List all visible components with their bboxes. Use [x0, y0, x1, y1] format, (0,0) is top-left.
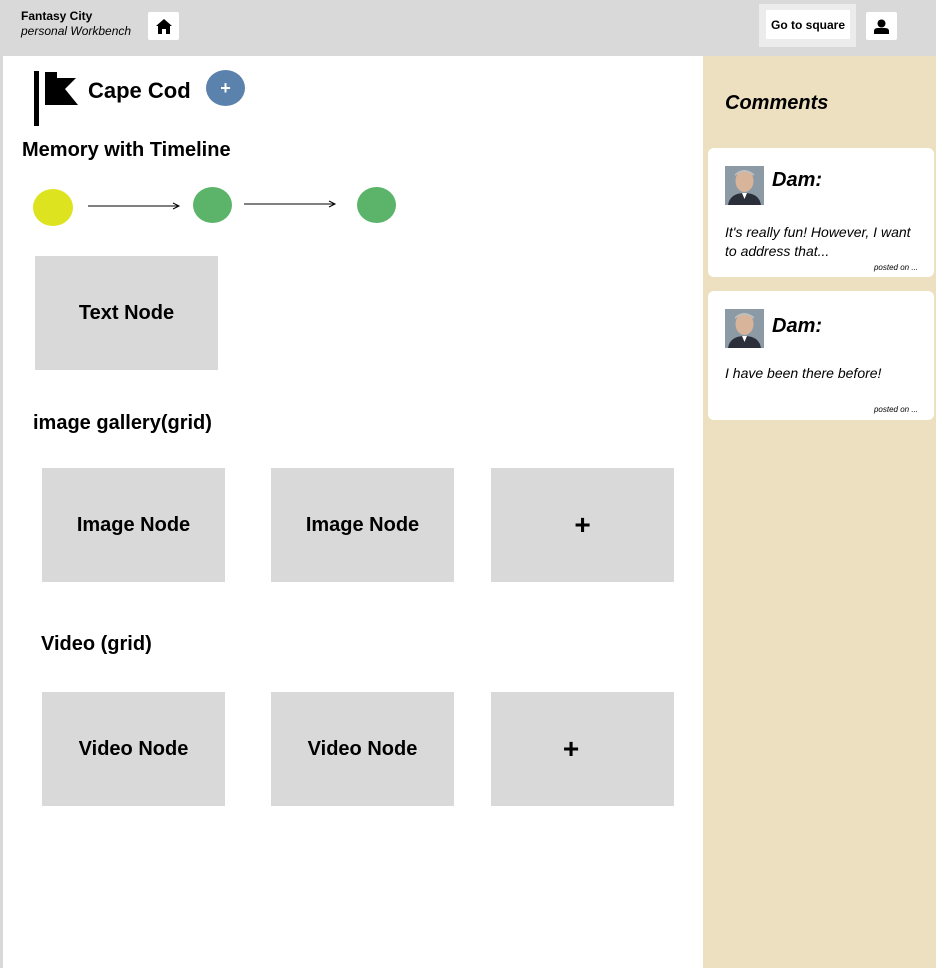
- comment-author: Dam:: [772, 169, 823, 191]
- comment-card[interactable]: Dam: I have been there before! posted on…: [708, 291, 934, 420]
- posted-on: posted on ...: [873, 263, 918, 272]
- video-title: Video (grid): [41, 633, 152, 655]
- user-icon: [874, 19, 889, 34]
- image-node[interactable]: Image Node: [42, 468, 225, 582]
- page-title: Cape Cod: [88, 78, 191, 103]
- add-button[interactable]: +: [206, 70, 245, 106]
- gallery-title: image gallery(grid): [33, 412, 212, 434]
- timeline-dot[interactable]: [193, 187, 232, 223]
- comment-author: Dam:: [772, 315, 823, 337]
- flag-icon: [34, 71, 78, 126]
- video-node[interactable]: Video Node: [42, 692, 225, 806]
- image-node[interactable]: Image Node: [271, 468, 454, 582]
- home-button[interactable]: [148, 12, 179, 40]
- timeline-dot[interactable]: [33, 189, 73, 226]
- timeline-arrow: [88, 202, 181, 210]
- timeline-title: Memory with Timeline: [22, 139, 231, 161]
- text-node[interactable]: Text Node: [35, 256, 218, 370]
- user-button[interactable]: [866, 12, 897, 40]
- avatar: [725, 309, 764, 348]
- go-to-square-button[interactable]: Go to square: [766, 10, 850, 39]
- add-video-button[interactable]: +: [491, 692, 674, 806]
- timeline-dot[interactable]: [357, 187, 396, 223]
- add-image-button[interactable]: +: [491, 468, 674, 582]
- avatar: [725, 166, 764, 205]
- timeline-arrow: [244, 200, 337, 208]
- app-subtitle: personal Workbench: [21, 24, 132, 38]
- app-title: Fantasy City: [21, 9, 93, 23]
- comment-text: I have been there before!: [725, 365, 882, 381]
- comment-card[interactable]: Dam: It's really fun! However, I want to…: [708, 148, 934, 277]
- home-icon: [155, 18, 172, 34]
- comments-title: Comments: [725, 92, 829, 114]
- comment-text: It's really fun! However, I want to addr…: [725, 224, 911, 259]
- video-node[interactable]: Video Node: [271, 692, 454, 806]
- posted-on: posted on ...: [873, 405, 918, 414]
